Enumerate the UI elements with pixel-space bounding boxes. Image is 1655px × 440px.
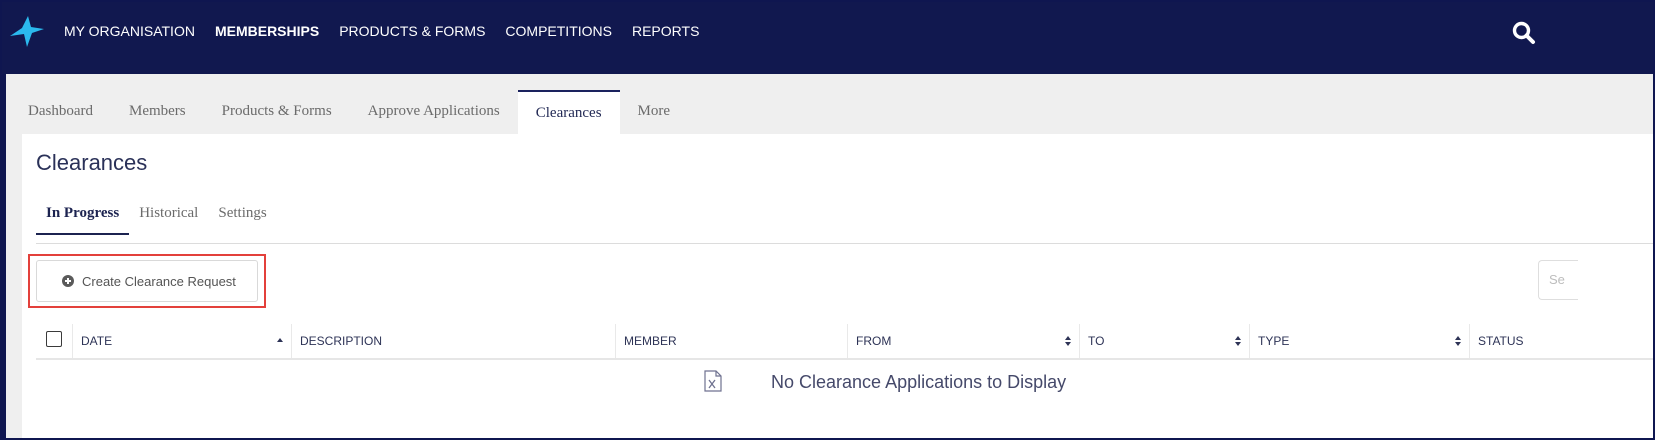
select-all-cell: [36, 324, 72, 358]
search-icon[interactable]: [1511, 20, 1537, 46]
column-from[interactable]: FROM: [847, 324, 1079, 358]
search-input[interactable]: Se: [1538, 260, 1578, 300]
create-clearance-request-button[interactable]: Create Clearance Request: [36, 260, 258, 302]
top-nav-menu: MY ORGANISATION MEMBERSHIPS PRODUCTS & F…: [64, 22, 719, 40]
column-description[interactable]: DESCRIPTION: [291, 324, 615, 358]
subtab-historical[interactable]: Historical: [129, 192, 208, 235]
nav-memberships[interactable]: MEMBERSHIPS: [215, 22, 319, 40]
subtabs: In Progress Historical Settings: [36, 192, 277, 235]
empty-state-row: No Clearance Applications to Display: [36, 360, 1653, 408]
column-type[interactable]: TYPE: [1249, 324, 1469, 358]
subtabs-divider: [36, 243, 1653, 244]
tab-clearances[interactable]: Clearances: [517, 90, 620, 134]
column-type-label: TYPE: [1258, 334, 1290, 348]
plus-circle-icon: [62, 275, 74, 287]
nav-reports[interactable]: REPORTS: [632, 22, 699, 40]
sort-icon: [1065, 336, 1071, 346]
create-clearance-request-label: Create Clearance Request: [82, 273, 236, 289]
tab-approve-applications[interactable]: Approve Applications: [350, 90, 518, 134]
column-to-label: TO: [1088, 334, 1105, 348]
column-member[interactable]: MEMBER: [615, 324, 847, 358]
logo-star-icon[interactable]: [8, 14, 46, 48]
column-to[interactable]: TO: [1079, 324, 1249, 358]
sort-asc-icon: [277, 338, 283, 342]
column-member-label: MEMBER: [624, 334, 677, 348]
section-tabs: Dashboard Members Products & Forms Appro…: [10, 90, 688, 134]
subtab-settings[interactable]: Settings: [208, 192, 276, 235]
tab-more[interactable]: More: [620, 90, 689, 134]
nav-products-forms[interactable]: PRODUCTS & FORMS: [339, 22, 485, 40]
excel-file-icon: [704, 370, 722, 392]
column-status[interactable]: STATUS: [1469, 324, 1653, 358]
column-description-label: DESCRIPTION: [300, 334, 383, 348]
nav-competitions[interactable]: COMPETITIONS: [505, 22, 612, 40]
sort-icon: [1455, 336, 1461, 346]
tab-dashboard[interactable]: Dashboard: [10, 90, 111, 134]
nav-my-organisation[interactable]: MY ORGANISATION: [64, 22, 195, 40]
column-date-label: DATE: [81, 334, 113, 348]
app-frame: MY ORGANISATION MEMBERSHIPS PRODUCTS & F…: [0, 0, 1655, 440]
column-from-label: FROM: [856, 334, 892, 348]
tab-products-forms[interactable]: Products & Forms: [204, 90, 350, 134]
select-all-checkbox[interactable]: [46, 331, 62, 347]
top-navigation-bar: MY ORGANISATION MEMBERSHIPS PRODUCTS & F…: [2, 2, 1653, 74]
page-title: Clearances: [36, 150, 148, 175]
tab-members[interactable]: Members: [111, 90, 204, 134]
column-status-label: STATUS: [1478, 334, 1524, 348]
column-date[interactable]: DATE: [72, 324, 291, 358]
content-surface: Dashboard Members Products & Forms Appro…: [6, 74, 1653, 438]
sort-icon: [1235, 336, 1241, 346]
empty-state-message: No Clearance Applications to Display: [771, 372, 1067, 392]
table-header: DATE DESCRIPTION MEMBER FROM TO TYPE STA…: [36, 324, 1653, 360]
subtab-in-progress[interactable]: In Progress: [36, 192, 130, 235]
